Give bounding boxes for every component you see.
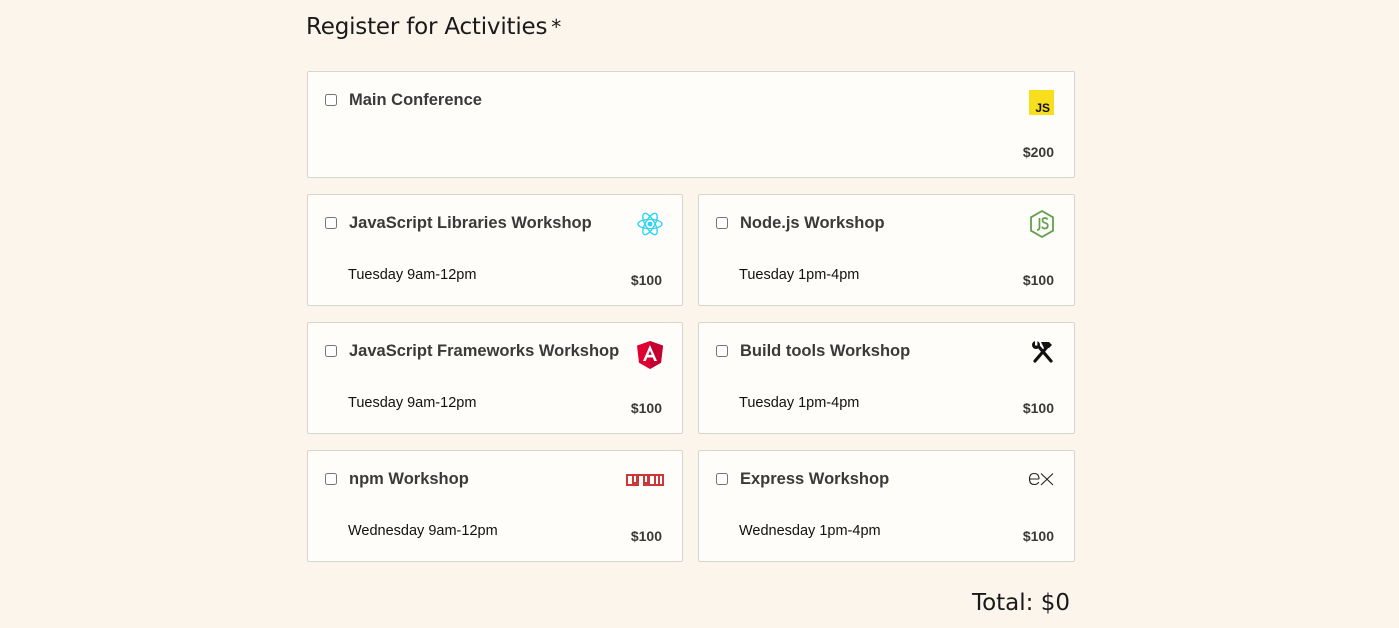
activity-price: $100 [1022,528,1054,544]
js-frameworks-checkbox[interactable] [325,345,337,357]
section-title-text: Register for Activities [306,14,548,40]
required-asterisk: * [551,15,562,39]
main-conference-checkbox[interactable] [325,94,337,106]
activity-card-nodejs[interactable]: Node.js Workshop Tuesday 1pm-4pm $100 [698,194,1075,306]
activity-name: npm Workshop [349,470,469,488]
activity-card-build-tools[interactable]: Build tools Workshop Tuesday 1pm-4pm $10… [698,322,1075,434]
total-cost: Total: $0 [971,590,1070,616]
npm-logo-icon [626,474,664,493]
express-logo-icon [1028,469,1056,494]
react-logo-icon [636,211,664,242]
activity-price: $100 [1022,272,1054,288]
build-tools-checkbox[interactable] [716,345,728,357]
svg-text:JS: JS [1035,101,1050,115]
activities-section-title: Register for Activities * [306,14,561,40]
express-checkbox[interactable] [716,473,728,485]
nodejs-logo-icon [1028,209,1056,244]
activity-card-js-libraries[interactable]: JavaScript Libraries Workshop Tuesday 9a… [307,194,683,306]
hammer-wrench-icon [1030,340,1056,369]
activity-name: Express Workshop [740,470,890,488]
activity-name: Build tools Workshop [740,342,911,360]
activity-card-npm[interactable]: npm Workshop Wednesday 9am-12pm $100 [307,450,683,562]
activity-time: Tuesday 9am-12pm [348,267,477,283]
activity-time: Tuesday 9am-12pm [348,395,477,411]
activity-time: Wednesday 9am-12pm [348,523,498,539]
activity-time: Wednesday 1pm-4pm [739,523,881,539]
js-libraries-checkbox[interactable] [325,217,337,229]
activity-price: $100 [1022,400,1054,416]
javascript-logo-icon: JS [1029,90,1054,120]
activity-name: JavaScript Frameworks Workshop [349,342,620,360]
activity-card-express[interactable]: Express Workshop Wednesday 1pm-4pm $100 [698,450,1075,562]
activity-card-js-frameworks[interactable]: JavaScript Frameworks Workshop Tuesday 9… [307,322,683,434]
activity-price: $100 [630,528,662,544]
activity-price: $100 [630,272,662,288]
angular-logo-icon [637,341,663,374]
activity-name: Node.js Workshop [740,214,885,232]
activity-name: JavaScript Libraries Workshop [349,214,592,232]
nodejs-checkbox[interactable] [716,217,728,229]
activity-time: Tuesday 1pm-4pm [739,267,860,283]
activity-card-main-conference[interactable]: Main Conference JS $200 [307,71,1075,178]
activity-price: $200 [1022,144,1054,160]
activity-time: Tuesday 1pm-4pm [739,395,860,411]
activity-name: Main Conference [349,91,482,109]
npm-checkbox[interactable] [325,473,337,485]
activity-price: $100 [630,400,662,416]
